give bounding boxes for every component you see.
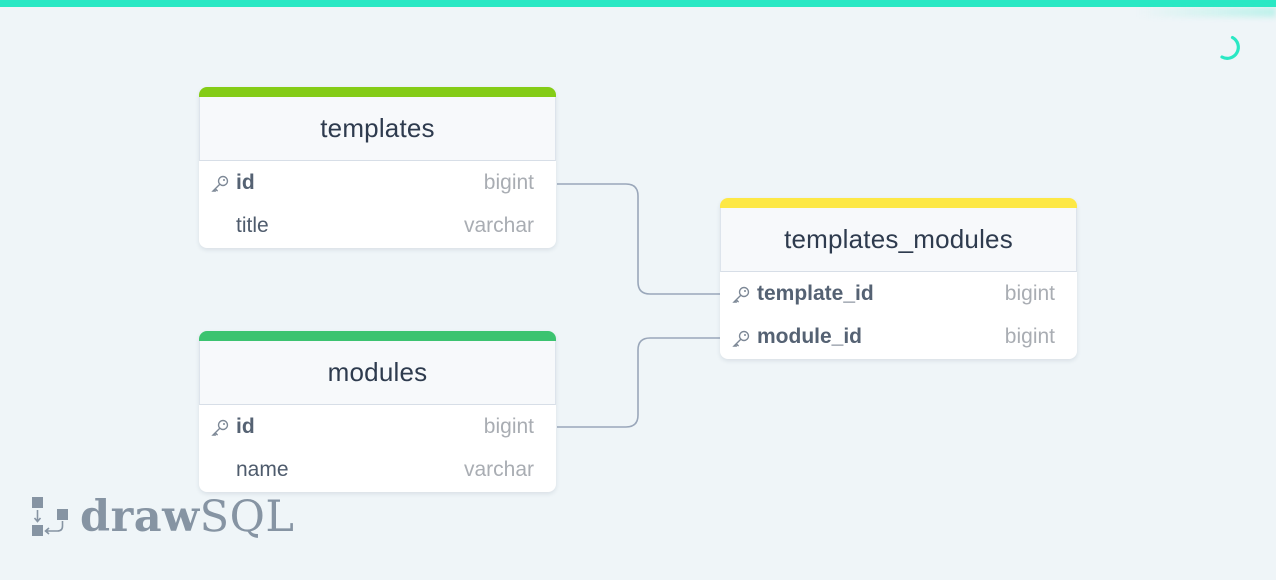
primary-key-icon xyxy=(211,175,229,192)
loading-spinner-icon xyxy=(1220,35,1240,60)
column-name: template_id xyxy=(757,281,874,305)
top-glow xyxy=(1136,7,1276,17)
primary-key-icon xyxy=(732,330,750,347)
primary-key-icon xyxy=(211,419,229,436)
column-row[interactable]: id bigint xyxy=(199,405,556,449)
table-title[interactable]: templates xyxy=(199,97,556,161)
column-type: bigint xyxy=(1004,281,1055,305)
top-accent-bar xyxy=(0,0,1276,7)
column-row[interactable]: title varchar xyxy=(199,205,556,249)
logo-mark-icon xyxy=(32,497,68,536)
table-color-bar xyxy=(199,331,556,341)
column-name: id xyxy=(236,414,255,438)
column-type: varchar xyxy=(463,458,534,482)
relation-line-modules-to-templates-modules[interactable] xyxy=(557,337,720,428)
column-name: id xyxy=(236,170,255,194)
table-color-bar xyxy=(199,87,556,97)
column-row[interactable]: module_id bigint xyxy=(720,316,1077,360)
table-color-bar xyxy=(720,198,1077,208)
drawsql-logo[interactable]: draw SQL xyxy=(30,492,295,542)
table-title[interactable]: templates_modules xyxy=(720,208,1077,272)
relation-line-templates-to-templates-modules[interactable] xyxy=(557,183,720,295)
table-title[interactable]: modules xyxy=(199,341,556,405)
column-row[interactable]: name varchar xyxy=(199,449,556,493)
column-type: varchar xyxy=(463,214,534,238)
column-name: module_id xyxy=(757,325,863,349)
logo-text-sql: SQL xyxy=(199,492,295,542)
column-row[interactable]: id bigint xyxy=(199,161,556,205)
logo-text-draw: draw xyxy=(80,492,200,542)
column-type: bigint xyxy=(1004,325,1055,349)
column-type: bigint xyxy=(483,414,534,438)
column-name: name xyxy=(236,458,289,482)
column-row[interactable]: template_id bigint xyxy=(720,272,1077,316)
column-type: bigint xyxy=(483,170,534,194)
table-modules[interactable]: modules id bigint name varchar xyxy=(199,331,556,492)
table-templates-modules[interactable]: templates_modules template_id bigint mod… xyxy=(720,198,1077,359)
column-name: title xyxy=(236,214,269,238)
primary-key-icon xyxy=(732,286,750,303)
table-templates[interactable]: templates id bigint title varchar xyxy=(199,87,556,248)
